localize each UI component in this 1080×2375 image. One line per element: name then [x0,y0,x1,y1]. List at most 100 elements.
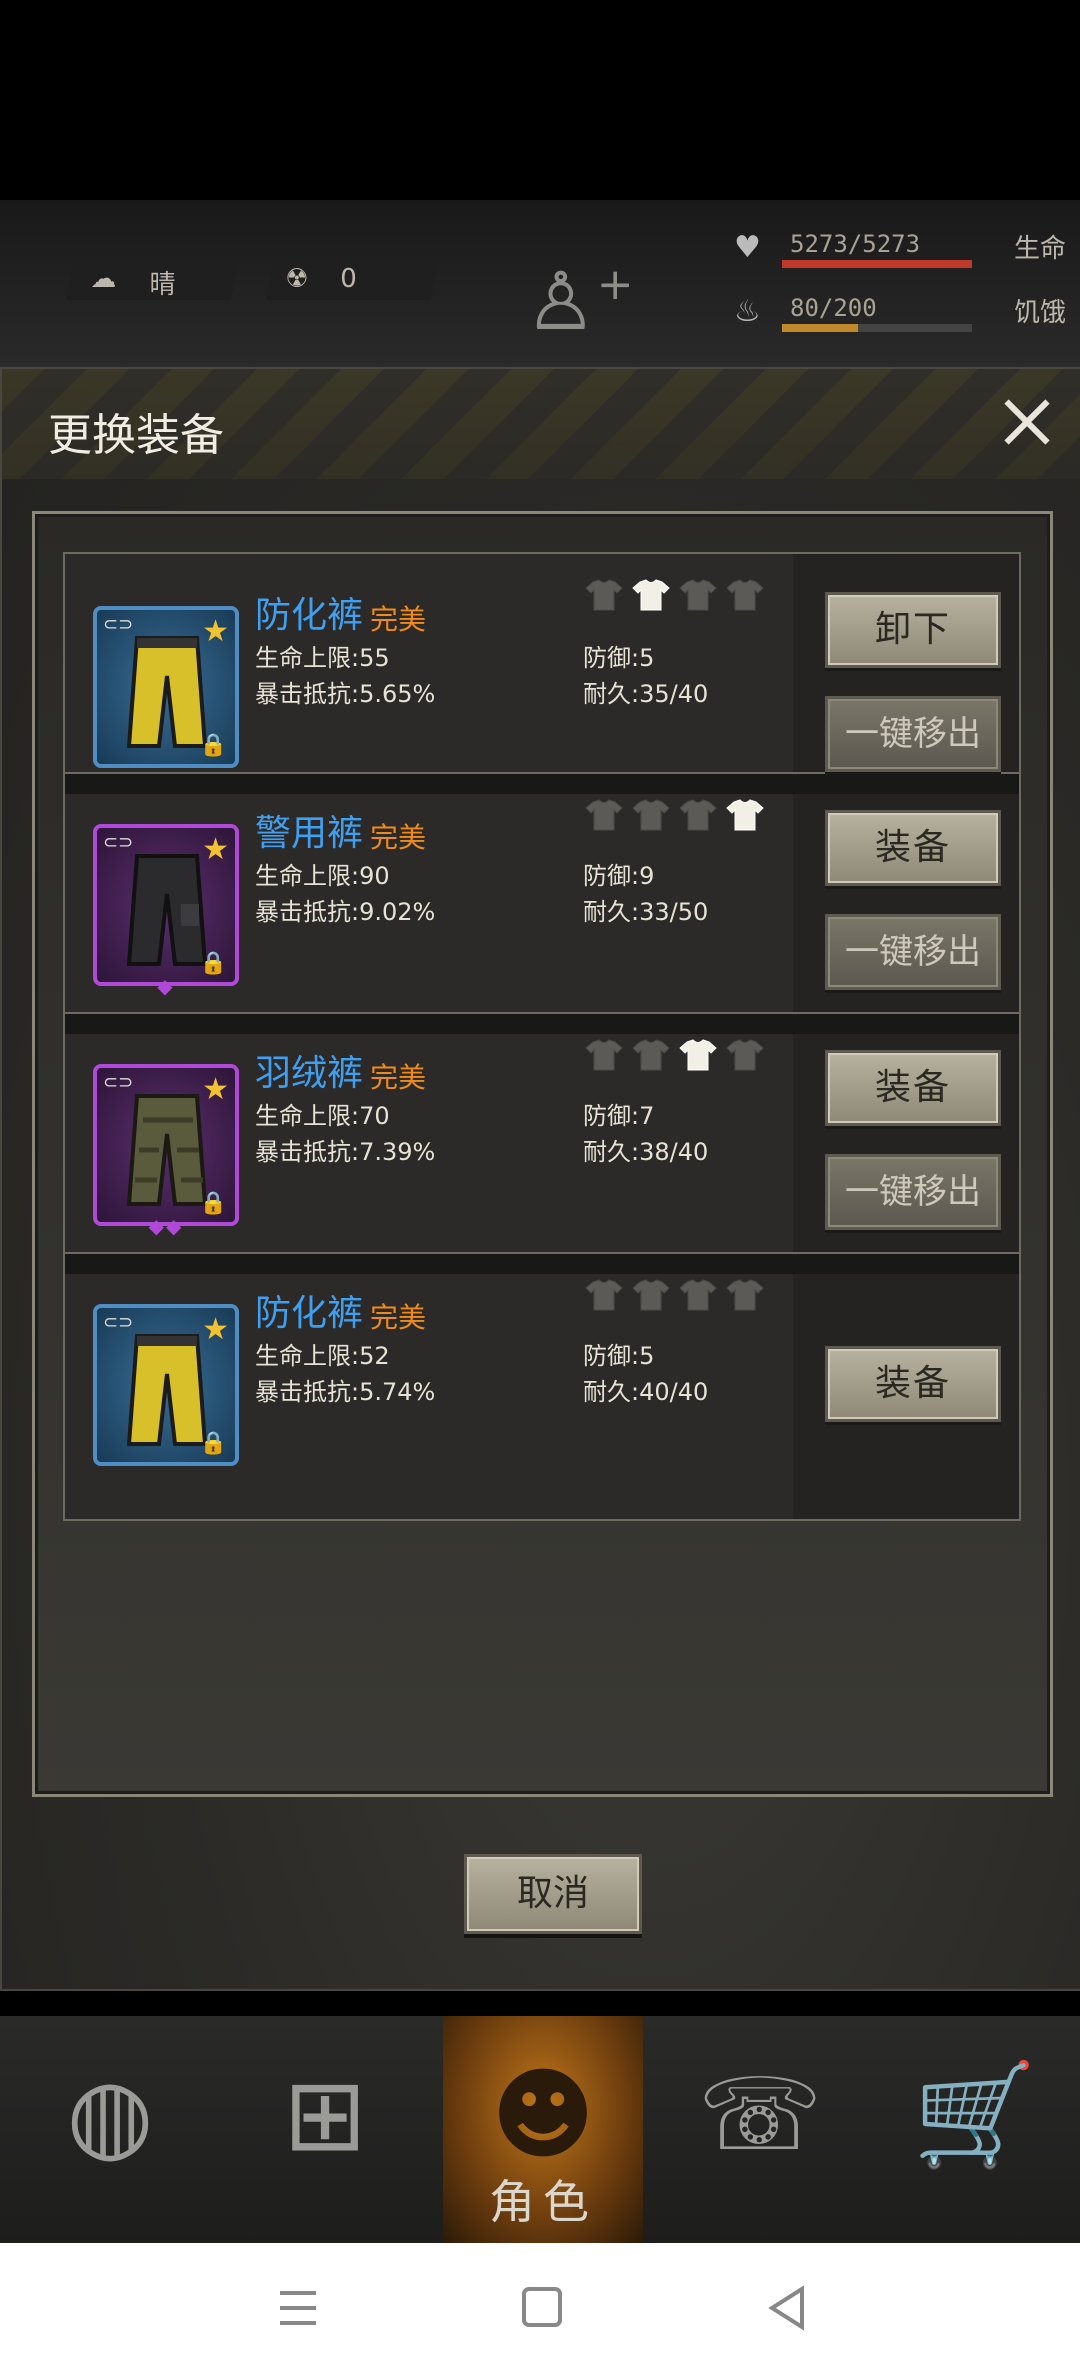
cart-icon: 🛒 [912,2056,1038,2173]
slot-iv-shirt-icon [726,578,764,612]
unequip-button[interactable]: 卸下 [825,592,1001,668]
item-durability: 耐久:38/40 [583,1138,709,1166]
item-durability: 耐久:35/40 [583,680,709,708]
hunger-value: 80/200 [790,294,877,322]
change-equipment-dialog: 更换装备 ⊂⊃ ★ 🔒 防化裤 完美 生命上限:55 暴击抵抗:5.65% 防御… [0,367,1080,1991]
back-icon[interactable] [758,2283,818,2333]
item-crit-resist: 暴击抵抗:7.39% [255,1138,436,1166]
remove-all-button[interactable]: 一键移出 [825,914,1001,990]
slot-indicators [585,1278,773,1316]
slot-ii-shirt-icon [632,1038,670,1072]
slot-iii-shirt-icon [679,1038,717,1072]
gem-sockets: ◆◆ [148,1214,184,1238]
item-name: 羽绒裤 [255,1053,364,1094]
pants-icon [126,1334,208,1446]
close-icon[interactable] [996,391,1058,453]
item-defense: 防御:5 [583,644,655,672]
item-quality: 完美 [370,603,427,636]
star-icon: ★ [202,832,229,867]
star-icon: ★ [202,1312,229,1347]
slot-iii-shirt-icon [679,1278,717,1312]
pants-thumbnail[interactable]: ⊂⊃ ★ 🔒 [93,606,239,768]
slot-i-shirt-icon [585,798,623,832]
item-durability: 耐久:33/50 [583,898,709,926]
item-defense: 防御:5 [583,1342,655,1370]
home-icon[interactable] [512,2283,572,2333]
slot-ii-shirt-icon [632,578,670,612]
hunger-label: 饥饿 [1013,298,1066,328]
equipment-list[interactable]: ⊂⊃ ★ 🔒 防化裤 完美 生命上限:55 暴击抵抗:5.65% 防御:5 耐久… [63,552,1021,1521]
lock-icon: 🔒 [199,1191,227,1216]
star-icon: ★ [202,614,229,649]
pants-thumbnail[interactable]: ⊂⊃ ★ 🔒 ◆◆ [93,1064,239,1238]
hunger-bar [782,324,972,332]
equip-button[interactable]: 装备 [825,810,1001,886]
nav-world[interactable]: ◍ [10,2016,210,2243]
slot-iv-shirt-icon [726,1038,764,1072]
item-quality: 完美 [370,821,427,854]
menu-icon[interactable] [268,2283,328,2333]
hunger-stat: ♨ 80/200 饥饿 [730,292,1070,336]
radio-icon: ☏ [697,2056,823,2173]
star-icon: ★ [202,1072,229,1107]
list-item: ⊂⊃ ★ 🔒 防化裤 完美 生命上限:55 暴击抵抗:5.65% 防御:5 耐久… [65,554,1019,774]
list-item: ⊂⊃ ★ 🔒 ◆ 警用裤 完美 生命上限:90 暴击抵抗:9.02% 防御:9 … [65,794,1019,1014]
status-panel: ☁ 晴 ☢ 0 ♙+ ♥ 5273/5273 生命 ♨ 80/200 饥饿 [0,200,1080,370]
character-heal-icon[interactable]: ♙+ [525,255,634,348]
slot-ii-shirt-icon [632,798,670,832]
item-crit-resist: 暴击抵抗:5.65% [255,680,436,708]
item-hp-max: 生命上限:90 [255,862,390,890]
system-nav-bar [0,2243,1080,2375]
stomach-icon: ♨ [734,294,761,329]
cloud-icon: ☁ [90,264,117,294]
globe-icon: ◍ [66,2056,154,2173]
weather-pill: ☁ 晴 [65,260,240,300]
dialog-title: 更换装备 [48,410,224,461]
nav-character[interactable]: ☻ 角色 [443,2016,643,2243]
weather-label: 晴 [149,270,176,300]
slot-indicators [585,578,773,616]
item-defense: 防御:7 [583,1102,655,1130]
bottom-nav: ◍ ⊞ ☻ 角色 ☏ 🛒 [0,2016,1080,2243]
radiation-value: 0 [340,264,357,294]
item-hp-max: 生命上限:52 [255,1342,390,1370]
lock-icon: 🔒 [199,733,227,758]
slot-iv-shirt-icon [726,1278,764,1312]
lock-icon: 🔒 [199,951,227,976]
slot-indicators [585,1038,773,1076]
equip-button[interactable]: 装备 [825,1346,1001,1422]
pants-icon [126,1094,208,1206]
item-name: 防化裤 [255,1293,364,1334]
slot-i-shirt-icon [585,1278,623,1312]
gem-sockets: ◆ [157,974,175,998]
item-name: 警用裤 [255,813,364,854]
remove-all-button[interactable]: 一键移出 [825,696,1001,772]
slot-i-shirt-icon [585,1038,623,1072]
slot-iii-shirt-icon [679,798,717,832]
slot-iii-shirt-icon [679,578,717,612]
health-stat: ♥ 5273/5273 生命 [730,228,1070,272]
item-defense: 防御:9 [583,862,655,890]
item-crit-resist: 暴击抵抗:5.74% [255,1378,436,1406]
character-icon: ☻ [490,2056,596,2173]
lock-icon: 🔒 [199,1431,227,1456]
nav-shop[interactable]: 🛒 [875,2016,1075,2243]
pants-thumbnail[interactable]: ⊂⊃ ★ 🔒 ◆ [93,824,239,998]
item-name: 防化裤 [255,595,364,636]
item-durability: 耐久:40/40 [583,1378,709,1406]
equip-button[interactable]: 装备 [825,1050,1001,1126]
nav-radio[interactable]: ☏ [660,2016,860,2243]
health-label: 生命 [1013,234,1066,264]
pants-icon [126,636,208,748]
pants-thumbnail[interactable]: ⊂⊃ ★ 🔒 [93,1304,239,1466]
remove-all-button[interactable]: 一键移出 [825,1154,1001,1230]
nav-backpack[interactable]: ⊞ [225,2016,425,2243]
list-item: ⊂⊃ ★ 🔒 防化裤 完美 生命上限:52 暴击抵抗:5.74% 防御:5 耐久… [65,1274,1019,1519]
slot-iv-shirt-icon [726,798,764,832]
slot-i-shirt-icon [585,578,623,612]
heart-icon: ♥ [734,230,761,265]
cancel-button[interactable]: 取消 [464,1854,642,1934]
backpack-icon: ⊞ [283,2056,367,2173]
pants-icon [126,854,208,966]
item-quality: 完美 [370,1301,427,1334]
